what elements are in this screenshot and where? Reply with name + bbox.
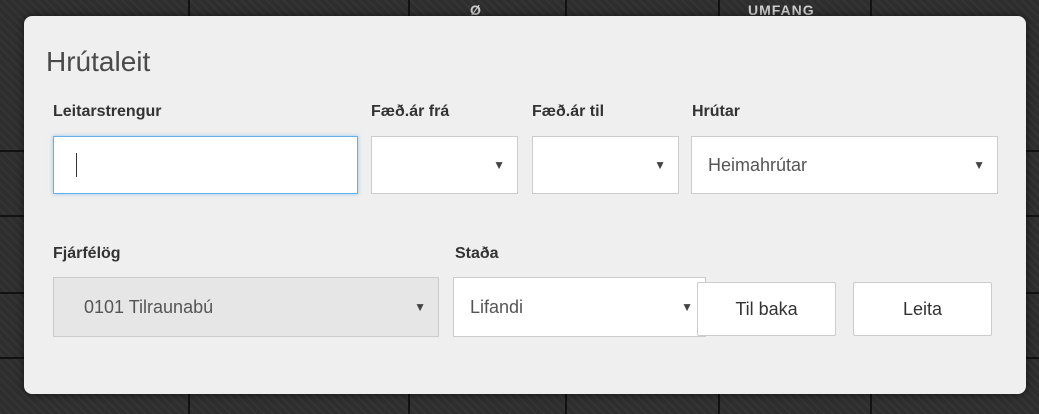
dropdown-arrow-icon: ▼ xyxy=(414,300,426,314)
dropdown-arrow-icon: ▼ xyxy=(493,158,505,172)
rams-label: Hrútar xyxy=(692,103,741,120)
rams-select[interactable]: Heimahrútar ▼ xyxy=(691,136,998,194)
dropdown-arrow-icon: ▼ xyxy=(681,300,693,314)
search-string-input[interactable] xyxy=(53,136,358,194)
dropdown-arrow-icon: ▼ xyxy=(654,158,666,172)
status-label: Staða xyxy=(455,245,499,262)
association-value: 0101 Tilraunabú xyxy=(84,296,214,317)
birth-year-to-label: Fæð.ár til xyxy=(532,103,605,120)
rams-value: Heimahrútar xyxy=(708,154,808,175)
search-string-label: Leitarstrengur xyxy=(53,103,162,120)
search-button[interactable]: Leita xyxy=(853,282,992,336)
ram-search-dialog: Hrútaleit Leitarstrengur Fæð.ár frá Fæð.… xyxy=(24,16,1026,394)
status-select[interactable]: Lifandi ▼ xyxy=(453,277,706,337)
birth-year-from-label: Fæð.ár frá xyxy=(371,103,450,120)
dialog-title: Hrútaleit xyxy=(46,46,151,77)
back-button[interactable]: Til baka xyxy=(697,282,836,336)
association-label: Fjárfélög xyxy=(53,245,121,262)
dropdown-arrow-icon: ▼ xyxy=(973,158,985,172)
association-select[interactable]: 0101 Tilraunabú ▼ xyxy=(53,277,439,337)
status-value: Lifandi xyxy=(470,296,524,317)
text-caret xyxy=(76,153,77,177)
birth-year-to-select[interactable]: ▼ xyxy=(532,136,679,194)
birth-year-from-select[interactable]: ▼ xyxy=(371,136,518,194)
